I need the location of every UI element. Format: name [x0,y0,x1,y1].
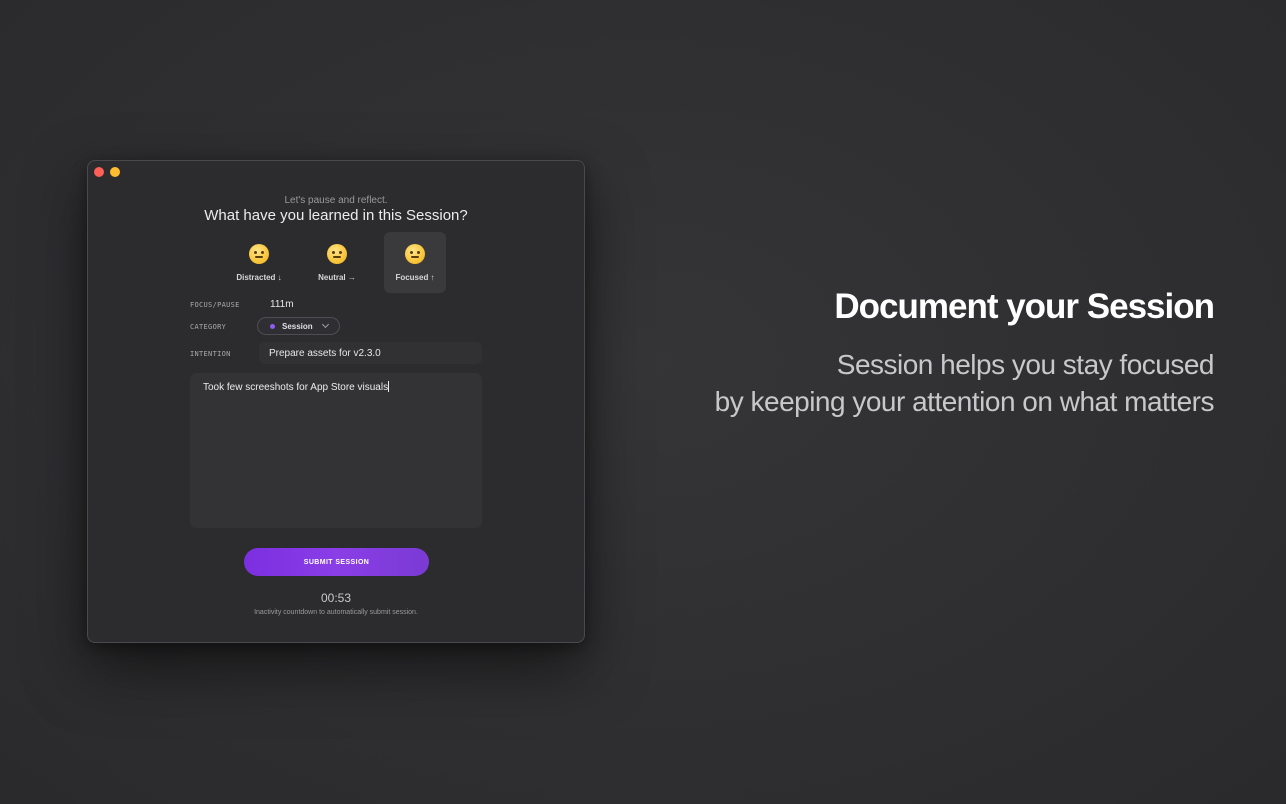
countdown-note: Inactivity countdown to automatically su… [254,609,418,616]
intention-field[interactable]: Prepare assets for v2.3.0 [259,342,482,364]
focus-pause-label: FOCUS/PAUSE [190,301,240,309]
minimize-window-button[interactable] [110,167,120,177]
countdown-timer: 00:53 [320,591,352,605]
text-caret [388,381,390,392]
focus-pause-value: 111m [270,299,294,310]
category-label: CATEGORY [190,323,227,331]
close-window-button[interactable] [94,167,104,177]
mood-focused-option[interactable]: Focused ↑ [384,232,446,293]
mood-distracted-option[interactable]: Distracted ↓ [228,232,290,293]
app-window: Let's pause and reflect. What have you l… [87,160,585,643]
category-dropdown[interactable]: Session [257,317,340,335]
star-struck-emoji-icon [405,244,425,264]
pensive-face-emoji-icon [249,244,269,264]
window-controls [94,167,120,177]
intention-value: Prepare assets for v2.3.0 [269,347,381,359]
submit-session-button[interactable]: SUBMIT SESSION [244,548,429,576]
notes-textarea[interactable]: Took few screeshots for App Store visual… [190,373,482,528]
intention-label: INTENTION [190,350,231,358]
mood-label: Neutral → [318,273,356,282]
hero-title: Document your Session [834,287,1215,326]
chevron-down-icon [321,320,330,329]
slight-smile-emoji-icon [327,244,347,264]
hero-tagline-line-1: Session helps you stay focused [836,349,1215,380]
mood-label: Distracted ↓ [236,273,282,282]
hero-section: Document your Session Session helps you … [714,286,1215,420]
mood-label: Focused ↑ [395,273,435,282]
category-color-dot [270,323,275,329]
hero-tagline: Session helps you stay focused by keepin… [714,346,1215,420]
reflect-question: What have you learned in this Session? [204,207,468,224]
mood-selector: Distracted ↓ Neutral → Focused ↑ [228,232,446,293]
notes-text: Took few screeshots for App Store visual… [203,382,389,393]
category-value: Session [282,321,313,331]
hero-tagline-line-2: by keeping your attention on what matter… [714,386,1215,417]
mood-neutral-option[interactable]: Neutral → [306,232,368,293]
reflect-subtitle: Let's pause and reflect. [284,195,388,206]
